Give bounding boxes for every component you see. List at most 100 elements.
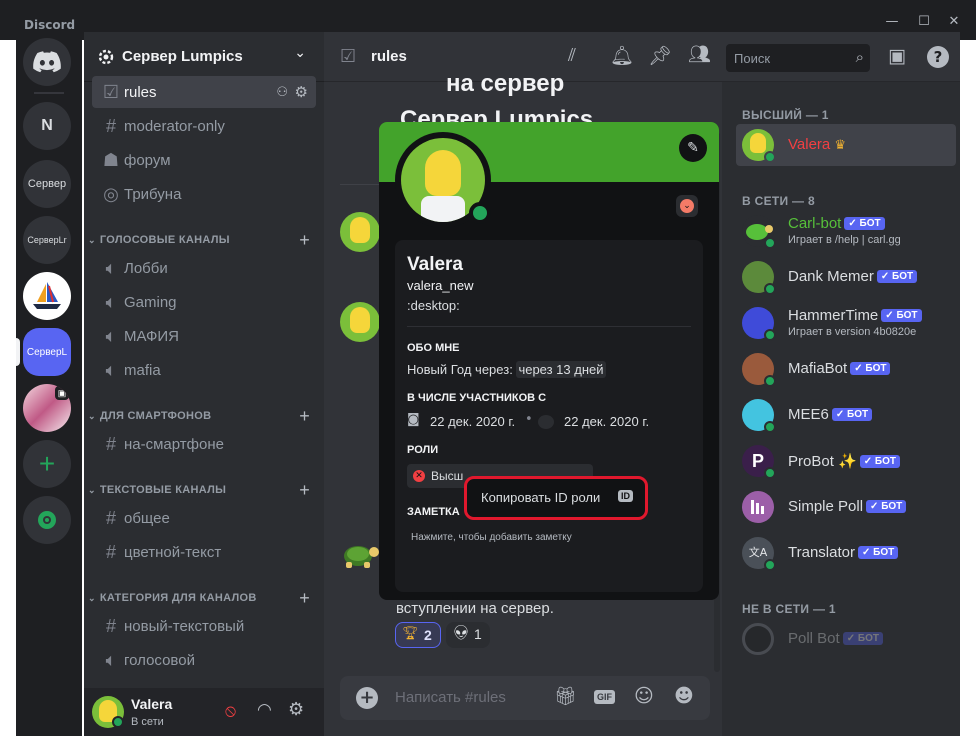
compass-icon bbox=[38, 511, 56, 529]
channel-na-smartfone[interactable]: # на-смартфоне bbox=[92, 428, 316, 460]
server-member-date: 22 дек. 2020 г. bbox=[564, 414, 650, 429]
category-channels[interactable]: ⌄ КАТЕГОРИЯ ДЛЯ КАНАЛОВ + bbox=[88, 588, 314, 608]
gift-icon[interactable]: 🎁︎ bbox=[554, 686, 577, 707]
channel-mafia[interactable]: 🔈︎ mafia bbox=[92, 354, 316, 386]
attach-plus-icon[interactable]: + bbox=[356, 687, 378, 709]
member-activity: Играет в version 4b0820e bbox=[788, 326, 917, 338]
turtle-avatar[interactable] bbox=[338, 538, 380, 572]
channel-color-text[interactable]: # цветной-текст bbox=[92, 536, 316, 568]
category-phones[interactable]: ⌄ ДЛЯ СМАРТФОНОВ + bbox=[88, 406, 314, 426]
headphones-icon[interactable]: ◠ bbox=[257, 700, 272, 720]
add-channel-icon[interactable]: + bbox=[299, 588, 310, 609]
add-channel-icon[interactable]: + bbox=[299, 406, 310, 427]
member-name-text: Poll Bot bbox=[788, 630, 840, 647]
online-status-dot bbox=[764, 467, 776, 479]
channel-gaming[interactable]: 🔈︎ Gaming bbox=[92, 286, 316, 318]
maximize-button[interactable]: ☐ bbox=[916, 15, 932, 29]
emoji-icon[interactable]: ☻ bbox=[674, 685, 694, 707]
threads-icon[interactable]: ⫽ bbox=[568, 45, 576, 66]
server-serverl[interactable]: СерверL bbox=[23, 328, 71, 376]
message-avatar[interactable] bbox=[340, 302, 380, 342]
online-status-dot bbox=[764, 421, 776, 433]
chevron-icon: ⌄ bbox=[88, 592, 96, 603]
channel-voice[interactable]: 🔈︎ голосовой bbox=[92, 644, 316, 676]
discord-member-date: 22 дек. 2020 г. bbox=[430, 414, 516, 429]
sticker-icon[interactable]: ☺ bbox=[634, 685, 654, 707]
message-composer[interactable]: + Написать #rules 🎁︎ GIF ☺ ☻ bbox=[340, 676, 710, 720]
gif-icon[interactable]: GIF bbox=[594, 690, 615, 704]
add-channel-icon[interactable]: + bbox=[299, 480, 310, 501]
member-hammertime[interactable]: HammerTime ✓ БОТ Играет в version 4b0820e bbox=[736, 302, 956, 344]
channel-new-text[interactable]: # новый-текстовый bbox=[92, 610, 316, 642]
channel-rules[interactable]: ☑ rules ⚇ ⚙ bbox=[92, 76, 316, 108]
mic-muted-icon[interactable]: ⦸ bbox=[225, 701, 236, 721]
channel-obshchee[interactable]: # общее bbox=[92, 502, 316, 534]
add-channel-icon[interactable]: + bbox=[299, 230, 310, 251]
member-since-title: В ЧИСЛЕ УЧАСТНИКОВ С bbox=[407, 392, 547, 404]
pin-icon[interactable]: 📌︎ bbox=[648, 44, 672, 67]
edit-profile-pencil-icon[interactable]: ✎ bbox=[679, 134, 707, 162]
category-voice[interactable]: ⌄ ГОЛОСОВЫЕ КАНАЛЫ + bbox=[88, 230, 314, 250]
server-server[interactable]: Сервер bbox=[23, 160, 71, 208]
member-name-text: Translator bbox=[788, 544, 855, 561]
server-rail: N Сервер СерверLr СерверL ▣ + bbox=[16, 32, 82, 736]
search-input[interactable]: Поиск ⌕ bbox=[726, 44, 870, 72]
member-probot[interactable]: P ProBot ✨ ✓ БОТ bbox=[736, 440, 956, 482]
member-translator[interactable]: 文A Translator ✓ БОТ bbox=[736, 532, 956, 574]
member-valera[interactable]: Valera ♛ bbox=[736, 124, 956, 166]
role-name: Высш bbox=[431, 469, 464, 483]
minimize-button[interactable]: — bbox=[884, 15, 900, 29]
explore-button[interactable] bbox=[23, 496, 71, 544]
chevron-badge-icon: ⌄ bbox=[680, 199, 694, 213]
member-name: Translator ✓ БОТ bbox=[788, 544, 899, 561]
invite-icon[interactable]: ⚇ bbox=[276, 84, 288, 100]
server-header[interactable]: Сервер Lumpics ⌄ bbox=[84, 32, 324, 82]
members-icon[interactable]: 👥︎ bbox=[688, 44, 711, 65]
member-poll-bot[interactable]: Poll Bot ✓ БОТ bbox=[736, 618, 956, 660]
discord-logo-icon: ◙ bbox=[407, 412, 420, 427]
member-simple-poll[interactable]: Simple Poll ✓ БОТ bbox=[736, 486, 956, 528]
channel-label: Трибуна bbox=[124, 185, 182, 203]
server-anime[interactable]: ▣ bbox=[23, 384, 71, 432]
channel-label: mafia bbox=[124, 361, 161, 379]
role-remove-icon[interactable]: ✕ bbox=[413, 470, 425, 482]
channel-forum[interactable]: ☗ форум bbox=[92, 144, 316, 176]
help-icon[interactable]: ? bbox=[927, 46, 949, 68]
channel-mafia-ru[interactable]: 🔈︎ МАФИЯ bbox=[92, 320, 316, 352]
reaction-alien[interactable]: 👽︎ 1 bbox=[446, 622, 490, 648]
nitro-badge[interactable]: ⌄ bbox=[676, 195, 698, 217]
bell-icon[interactable]: 🔔︎ bbox=[610, 44, 634, 67]
member-mee6[interactable]: MEE6 ✓ БОТ bbox=[736, 394, 956, 436]
channel-label: Gaming bbox=[124, 293, 177, 311]
note-input[interactable]: Нажмите, чтобы добавить заметку bbox=[411, 532, 572, 543]
inbox-icon[interactable]: ▣ bbox=[888, 45, 906, 67]
profile-popout: ✎ ⌄ Valera valera_new :desktop: ОБО МНЕ … bbox=[379, 122, 719, 600]
chevron-down-icon[interactable]: ⌄ bbox=[294, 45, 306, 61]
category-label: ГОЛОСОВЫЕ КАНАЛЫ bbox=[99, 234, 230, 246]
discord-home-button[interactable] bbox=[23, 38, 71, 86]
server-n[interactable]: N bbox=[23, 102, 71, 150]
category-text[interactable]: ⌄ ТЕКСТОВЫЕ КАНАЛЫ + bbox=[88, 480, 314, 500]
hash-icon: # bbox=[105, 433, 116, 454]
user-panel: Valera В сети ⦸ ◠ ⚙ bbox=[84, 688, 324, 736]
channel-moderator-only[interactable]: # moderator-only bbox=[92, 110, 316, 142]
member-carl-bot[interactable]: Carl-bot ✓ БОТ Играет в /help | carl.gg bbox=[736, 210, 956, 252]
close-button[interactable]: ✕ bbox=[946, 15, 962, 29]
member-mafiabot[interactable]: MafiaBot ✓ БОТ bbox=[736, 348, 956, 390]
chevron-icon: ⌄ bbox=[88, 410, 96, 421]
channel-stage[interactable]: ◎ Трибуна bbox=[92, 178, 316, 210]
server-boat[interactable] bbox=[23, 272, 71, 320]
bot-badge: ✓ БОТ bbox=[857, 546, 899, 559]
settings-gear-icon[interactable]: ⚙ bbox=[288, 699, 304, 720]
message-avatar[interactable] bbox=[340, 212, 380, 252]
reaction-trophy[interactable]: 🏆︎ 2 bbox=[395, 622, 441, 648]
member-name-text: HammerTime bbox=[788, 307, 879, 324]
channel-lobby[interactable]: 🔈︎ Лобби bbox=[92, 252, 316, 284]
add-server-button[interactable]: + bbox=[23, 440, 71, 488]
server-serverlr[interactable]: СерверLr bbox=[23, 216, 71, 264]
online-status-dot bbox=[112, 716, 124, 728]
copy-role-id-item[interactable]: Копировать ID роли ID bbox=[475, 485, 639, 511]
member-dank-memer[interactable]: Dank Memer ✓ БОТ bbox=[736, 256, 956, 298]
gear-icon[interactable]: ⚙ bbox=[295, 83, 308, 101]
bot-badge-text: БОТ bbox=[873, 547, 895, 558]
